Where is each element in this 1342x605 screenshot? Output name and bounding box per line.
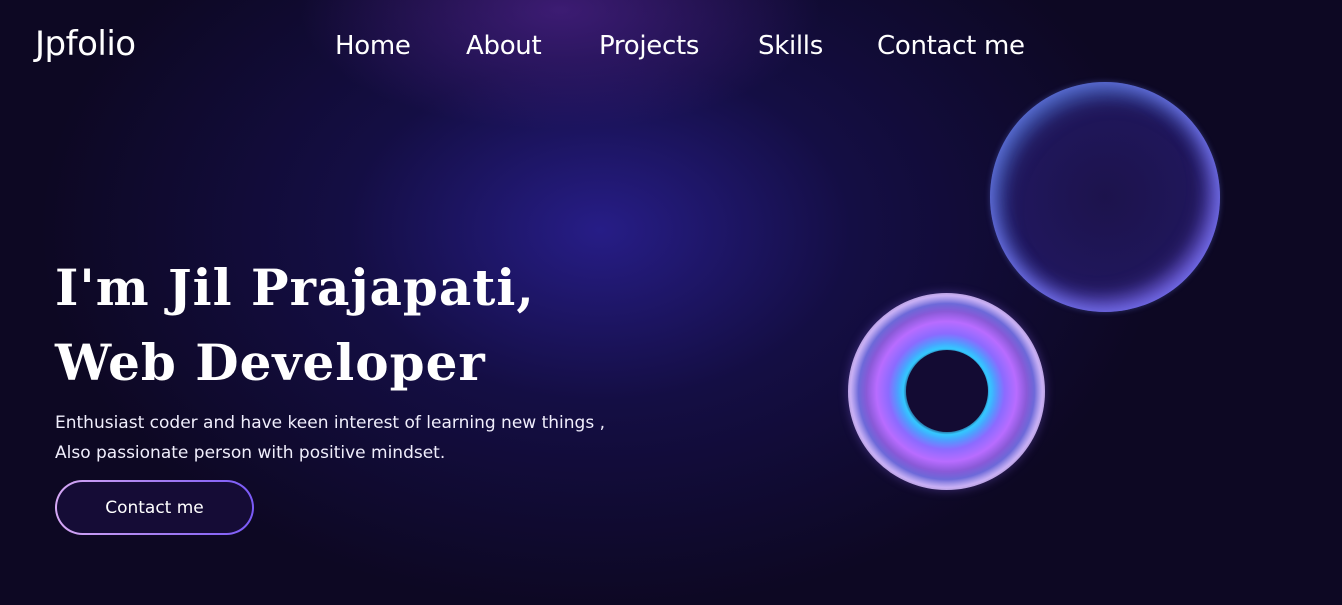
nav-link-about[interactable]: About (466, 29, 542, 63)
nav-link-projects[interactable]: Projects (599, 29, 699, 63)
decorative-torus-hole (906, 350, 988, 432)
hero-title-name: I'm Jil Prajapati, (55, 258, 535, 317)
site-logo[interactable]: Jpfolio (35, 24, 136, 64)
navbar: Jpfolio Home About Projects Skills Conta… (0, 0, 1342, 92)
hero-description-line-2: Also passionate person with positive min… (55, 443, 446, 463)
nav-link-home[interactable]: Home (335, 29, 411, 63)
hero-title: I'm Jil Prajapati, Web Developer (55, 250, 755, 400)
nav-link-contact[interactable]: Contact me (877, 29, 1025, 63)
nav-link-skills[interactable]: Skills (758, 29, 823, 63)
hero-section: I'm Jil Prajapati, Web Developer Enthusi… (55, 250, 755, 468)
decorative-sphere-image (990, 82, 1220, 312)
hero-description-line-1: Enthusiast coder and have keen interest … (55, 413, 605, 433)
hero-description: Enthusiast coder and have keen interest … (55, 408, 755, 468)
contact-me-button[interactable]: Contact me (55, 480, 254, 535)
hero-title-role: Web Developer (55, 333, 486, 392)
contact-me-button-label: Contact me (57, 482, 252, 533)
